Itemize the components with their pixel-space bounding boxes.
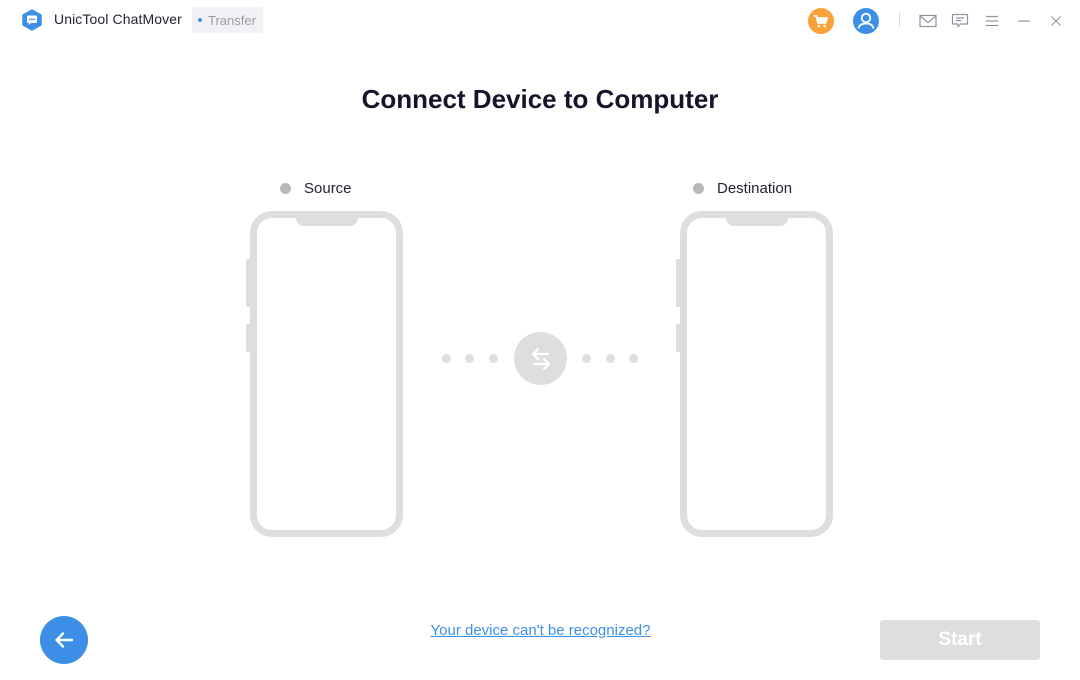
cart-button[interactable] [808,8,834,34]
account-button[interactable] [853,8,879,34]
destination-device-placeholder [676,211,833,537]
mode-chip: Transfer [192,7,263,33]
app-logo-icon [22,9,42,31]
menu-button[interactable] [979,8,1005,34]
phone-side-button [246,259,251,307]
source-label: Source [280,180,352,197]
connector-dot [606,354,615,363]
close-button[interactable] [1043,8,1069,34]
device-not-recognized-link[interactable]: Your device can't be recognized? [431,622,651,639]
user-icon [853,8,879,34]
source-label-text: Source [304,180,352,197]
close-icon [1051,16,1061,26]
source-status-dot-icon [280,183,291,194]
app-name: UnicTool ChatMover [54,11,182,27]
toolbar-divider [899,12,900,27]
page-title: Connect Device to Computer [361,84,719,114]
connector-dot [582,354,591,363]
destination-label-text: Destination [717,180,793,197]
swap-devices-button[interactable] [514,332,567,385]
feedback-button[interactable] [947,8,973,34]
connector-dot [629,354,638,363]
phone-side-button [246,324,251,352]
phone-side-button [676,259,681,307]
destination-status-dot-icon [693,183,704,194]
title-bar: UnicTool ChatMover Transfer [0,0,1080,40]
mail-icon [919,14,937,28]
phone-notch [295,217,358,226]
source-device-placeholder [246,211,403,537]
mail-button[interactable] [915,8,941,34]
connector-dot [489,354,498,363]
phone-side-button [676,324,681,352]
feedback-icon [951,13,969,28]
cart-icon [808,8,834,34]
mode-dot-icon [198,18,202,22]
destination-label: Destination [693,180,792,197]
minimize-button[interactable] [1011,8,1037,34]
connector-dot [442,354,451,363]
mode-label: Transfer [208,12,256,28]
start-button[interactable]: Start [880,620,1040,660]
swap-arrows-icon [531,347,550,370]
connector-dot [465,354,474,363]
menu-icon [986,15,998,27]
phone-notch [725,217,788,226]
minimize-icon [1018,20,1030,22]
